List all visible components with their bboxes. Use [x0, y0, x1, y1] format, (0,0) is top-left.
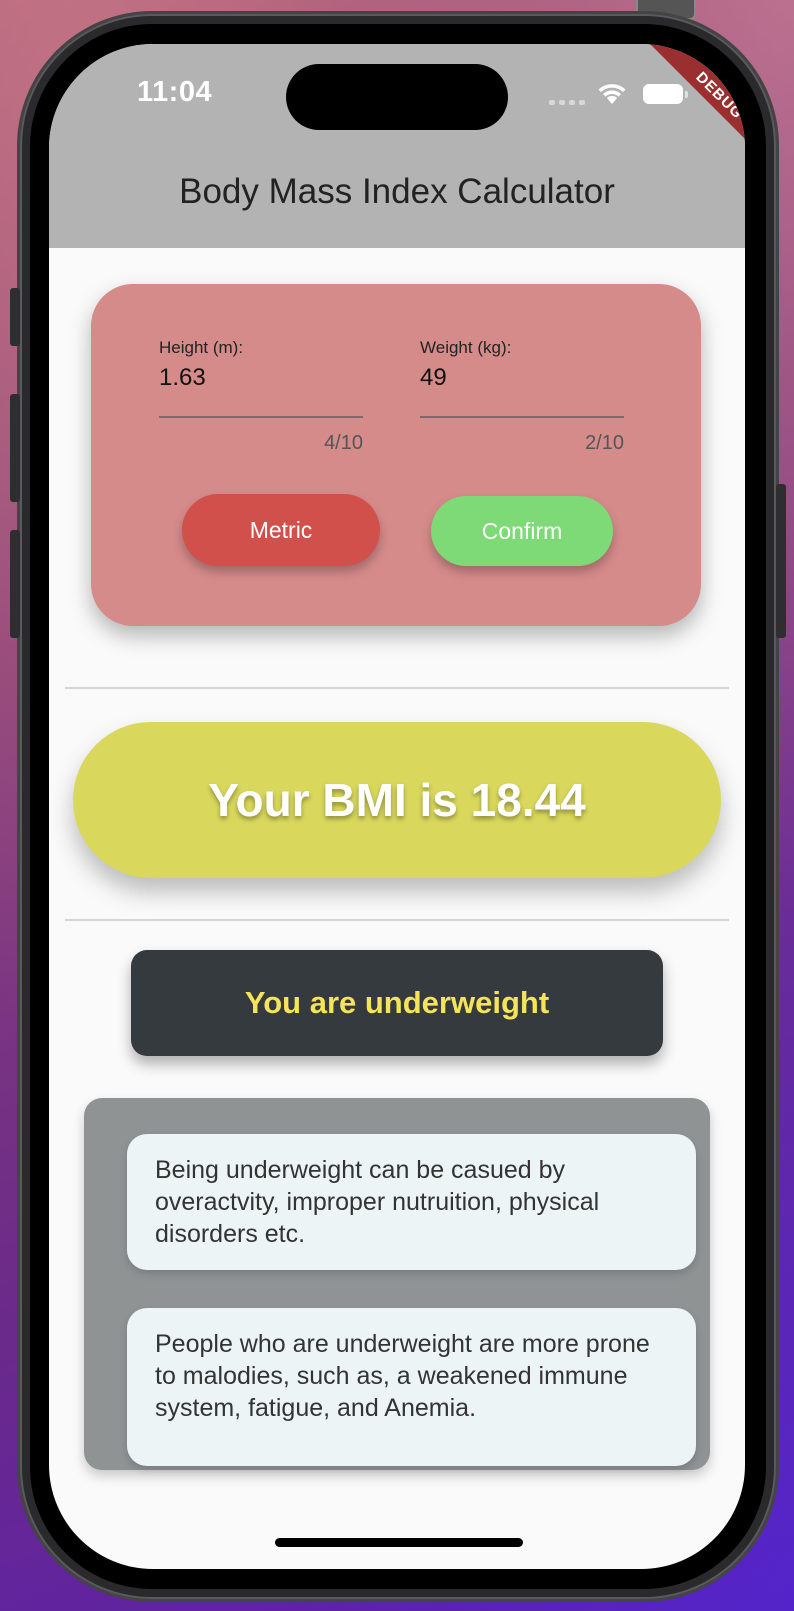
battery-icon	[643, 84, 688, 104]
info-card: People who are underweight are more pron…	[127, 1308, 696, 1466]
height-input[interactable]: 1.63	[159, 364, 363, 392]
height-field[interactable]: Height (m): 1.63 4/10	[159, 338, 363, 454]
home-indicator[interactable]	[275, 1538, 523, 1547]
dynamic-island	[286, 64, 508, 130]
app-bar: 11:04 DEBUG Body Mass Index Calculator	[49, 44, 745, 248]
weight-label: Weight (kg):	[420, 338, 512, 357]
height-underline	[159, 416, 363, 418]
wifi-icon	[598, 84, 626, 104]
height-label: Height (m):	[159, 338, 244, 357]
power-button	[776, 484, 786, 638]
volume-down-button	[10, 530, 20, 638]
debug-banner: DEBUG	[646, 44, 745, 169]
weight-underline	[420, 416, 624, 418]
divider-bottom	[65, 919, 729, 921]
app-title: Body Mass Index Calculator	[179, 172, 615, 211]
info-text: People who are underweight are more pron…	[155, 1330, 650, 1422]
input-card: Height (m): 1.63 4/10 Weight (kg): 49 2/…	[91, 284, 701, 626]
confirm-button[interactable]: Confirm	[431, 496, 613, 566]
action-button	[10, 288, 20, 346]
bmi-result: Your BMI is 18.44	[73, 722, 721, 878]
info-panel: Being underweight can be casued by overa…	[84, 1098, 710, 1470]
status-time: 11:04	[137, 76, 213, 108]
weight-counter: 2/10	[585, 432, 624, 454]
cellular-signal-icon	[549, 100, 585, 105]
divider-top	[65, 687, 729, 689]
volume-up-button	[10, 394, 20, 502]
phone-screen: 11:04 DEBUG Body Mass Index Calculator H…	[49, 44, 745, 1569]
info-card: Being underweight can be casued by overa…	[127, 1134, 696, 1270]
weight-input[interactable]: 49	[420, 364, 624, 392]
weight-field[interactable]: Weight (kg): 49 2/10	[420, 338, 624, 454]
metric-button[interactable]: Metric	[182, 494, 380, 566]
weight-category-badge: You are underweight	[131, 950, 663, 1056]
info-text: Being underweight can be casued by overa…	[155, 1156, 600, 1248]
height-counter: 4/10	[324, 432, 363, 454]
